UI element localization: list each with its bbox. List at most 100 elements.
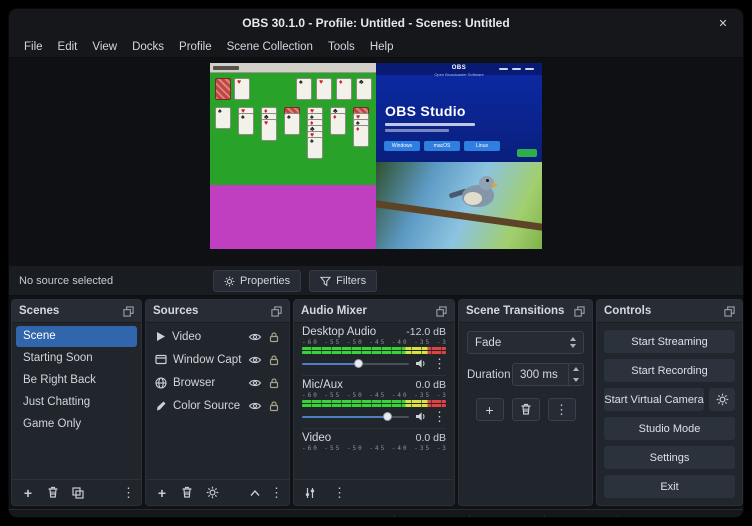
studio-mode-button[interactable]: Studio Mode xyxy=(604,417,735,440)
lock-icon[interactable] xyxy=(268,354,280,366)
start-virtual-camera-button[interactable]: Start Virtual Camera xyxy=(604,388,704,411)
add-transition-button[interactable]: + xyxy=(476,398,504,421)
properties-button[interactable]: Properties xyxy=(213,270,301,292)
site-text-line xyxy=(385,123,475,126)
record-time: 00:00:00 xyxy=(492,517,535,519)
speaker-icon[interactable] xyxy=(415,358,427,369)
dock-float-icon[interactable] xyxy=(724,306,735,317)
scene-item[interactable]: Scene xyxy=(16,326,137,347)
titlebar[interactable]: OBS 30.1.0 - Profile: Untitled - Scenes:… xyxy=(9,9,743,36)
remove-transition-button[interactable] xyxy=(512,398,540,421)
controls-title: Controls xyxy=(604,305,651,317)
channel-name: Desktop Audio xyxy=(302,326,376,338)
source-row[interactable]: Browser xyxy=(148,371,287,394)
start-streaming-button[interactable]: Start Streaming xyxy=(604,330,735,353)
duration-spinbox[interactable]: 300 ms xyxy=(512,363,584,386)
source-row[interactable]: Color Source xyxy=(148,394,287,417)
scene-item[interactable]: Be Right Back xyxy=(16,370,137,391)
source-properties-gear-icon[interactable] xyxy=(202,483,222,503)
status-bar: 00:00:00 00:00:00 CPU: 2.8% 60.00 / 60.0… xyxy=(9,509,743,518)
meter-scale: -60 -55 -50 -45 -40 -35 -30 -25 -20 -15 … xyxy=(302,339,446,346)
media-source-icon xyxy=(155,331,166,342)
transition-more-button[interactable]: ⋮ xyxy=(548,398,576,421)
scene-item[interactable]: Game Only xyxy=(16,414,137,435)
volume-slider[interactable] xyxy=(302,410,409,423)
program-preview[interactable]: ♥♠♥♦♣♠♥♠♦♣♥♠♥♠♦♣♥♠♣♦♥♠♦ OBS Open Broadca… xyxy=(210,63,542,249)
add-scene-icon[interactable]: + xyxy=(18,483,38,503)
mixer-more-icon[interactable]: ⋮ xyxy=(333,486,346,499)
spin-up-icon[interactable] xyxy=(569,364,583,375)
dock-float-icon[interactable] xyxy=(436,306,447,317)
site-linux-button: Linux xyxy=(464,141,500,151)
transition-select[interactable]: Fade xyxy=(467,331,584,354)
resize-grip-icon[interactable] xyxy=(725,518,735,519)
dock-float-icon[interactable] xyxy=(574,306,585,317)
menu-edit[interactable]: Edit xyxy=(51,39,85,55)
spin-down-icon[interactable] xyxy=(569,375,583,386)
channel-more-icon[interactable]: ⋮ xyxy=(433,410,446,423)
filters-button[interactable]: Filters xyxy=(309,270,377,292)
playing-card: ♠ xyxy=(215,107,231,129)
menu-file[interactable]: File xyxy=(17,39,50,55)
cpu-usage: CPU: 2.8% xyxy=(554,517,608,519)
channel-db-value: 0.0 dB xyxy=(416,432,446,444)
sources-dock-header[interactable]: Sources xyxy=(146,300,289,323)
visibility-eye-icon[interactable] xyxy=(248,378,262,388)
visibility-eye-icon[interactable] xyxy=(248,355,262,365)
advanced-audio-icon[interactable] xyxy=(300,483,320,503)
sources-dock: Sources Video Window Captur xyxy=(145,299,290,506)
remove-scene-icon[interactable] xyxy=(43,483,63,503)
playing-card: ♦ xyxy=(330,113,346,135)
source-row[interactable]: Video xyxy=(148,325,287,348)
settings-button[interactable]: Settings xyxy=(604,446,735,469)
gear-icon xyxy=(224,276,235,287)
fps-indicator: 60.00 / 60.00 FPS xyxy=(627,517,716,519)
mixer-dock-header[interactable]: Audio Mixer xyxy=(294,300,454,323)
speaker-icon[interactable] xyxy=(415,411,427,422)
menu-help[interactable]: Help xyxy=(363,39,401,55)
scenes-dock-header[interactable]: Scenes xyxy=(12,300,141,323)
start-recording-button[interactable]: Start Recording xyxy=(604,359,735,382)
menu-docks[interactable]: Docks xyxy=(125,39,171,55)
mixer-channels: Desktop Audio -12.0 dB -60 -55 -50 -45 -… xyxy=(294,323,454,479)
add-source-icon[interactable]: + xyxy=(152,483,172,503)
scene-filters-icon[interactable] xyxy=(68,483,88,503)
remove-source-icon[interactable] xyxy=(177,483,197,503)
mixer-channel-mic-aux: Mic/Aux 0.0 dB -60 -55 -50 -45 -40 -35 -… xyxy=(302,379,446,429)
move-source-up-icon[interactable] xyxy=(245,483,265,503)
virtual-camera-config-button[interactable] xyxy=(709,388,735,411)
browser-source-icon xyxy=(155,377,167,389)
source-row[interactable]: Window Captur xyxy=(148,348,287,371)
lock-icon[interactable] xyxy=(268,400,280,412)
window-title: OBS 30.1.0 - Profile: Untitled - Scenes:… xyxy=(242,16,509,30)
volume-slider[interactable] xyxy=(302,357,409,370)
menu-tools[interactable]: Tools xyxy=(321,39,362,55)
playing-card: ♠ xyxy=(238,113,254,135)
volume-slider-handle[interactable] xyxy=(383,412,392,421)
controls-dock-header[interactable]: Controls xyxy=(597,300,742,323)
scene-item[interactable]: Starting Soon xyxy=(16,348,137,369)
visibility-eye-icon[interactable] xyxy=(248,332,262,342)
menu-profile[interactable]: Profile xyxy=(172,39,219,55)
sources-more-icon[interactable]: ⋮ xyxy=(270,486,283,499)
filters-icon xyxy=(320,276,331,287)
gear-icon xyxy=(716,393,729,406)
site-brand: OBS xyxy=(376,65,542,71)
lock-icon[interactable] xyxy=(268,331,280,343)
exit-button[interactable]: Exit xyxy=(604,475,735,498)
mixer-channel-video: Video 0.0 dB -60 -55 -50 -45 -40 -35 -30… xyxy=(302,432,446,457)
scene-item[interactable]: Just Chatting xyxy=(16,392,137,413)
scenes-more-icon[interactable]: ⋮ xyxy=(122,486,135,499)
site-headline: OBS Studio xyxy=(385,103,466,119)
dock-float-icon[interactable] xyxy=(123,306,134,317)
lock-icon[interactable] xyxy=(268,377,280,389)
menu-view[interactable]: View xyxy=(85,39,124,55)
visibility-eye-icon[interactable] xyxy=(248,401,262,411)
close-icon[interactable]: ✕ xyxy=(715,15,731,31)
volume-slider-handle[interactable] xyxy=(354,359,363,368)
dock-float-icon[interactable] xyxy=(271,306,282,317)
menu-scene-collection[interactable]: Scene Collection xyxy=(220,39,320,55)
sources-title: Sources xyxy=(153,305,198,317)
transitions-dock-header[interactable]: Scene Transitions xyxy=(459,300,592,323)
channel-more-icon[interactable]: ⋮ xyxy=(433,357,446,370)
